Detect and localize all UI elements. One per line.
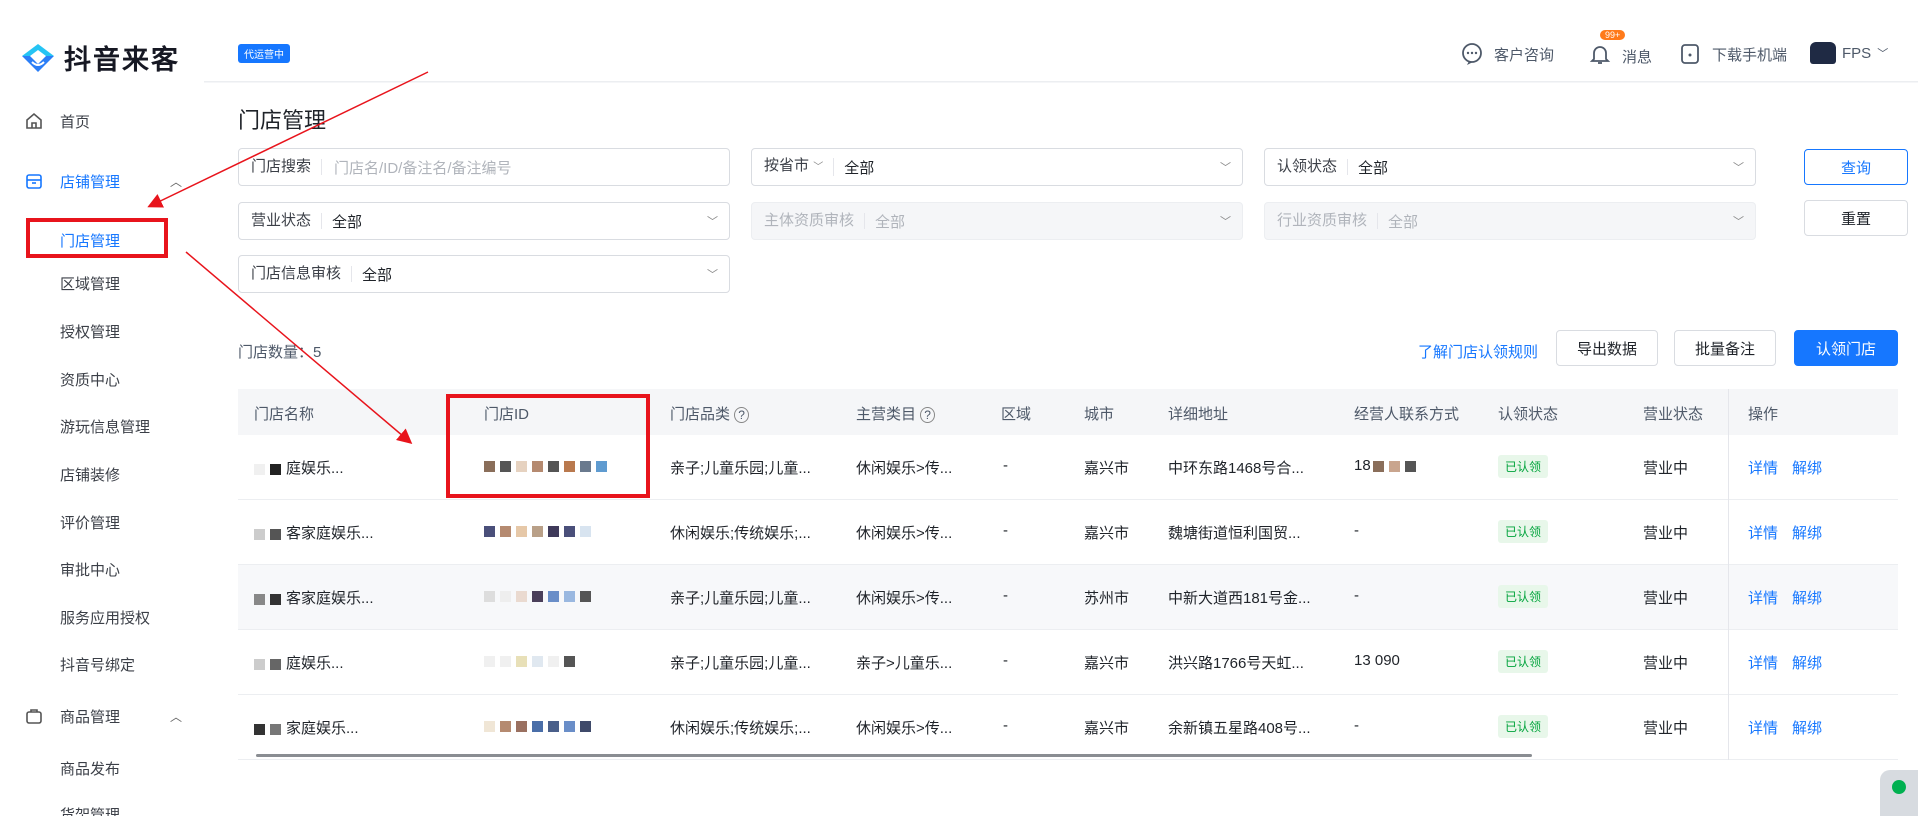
annotation-arrow-to-sidebar [147, 71, 429, 208]
floating-help-button[interactable] [1880, 770, 1918, 816]
online-status-icon [1892, 780, 1906, 794]
annotation-arrows [147, 71, 429, 444]
annotation-arrow-to-table [185, 251, 413, 444]
